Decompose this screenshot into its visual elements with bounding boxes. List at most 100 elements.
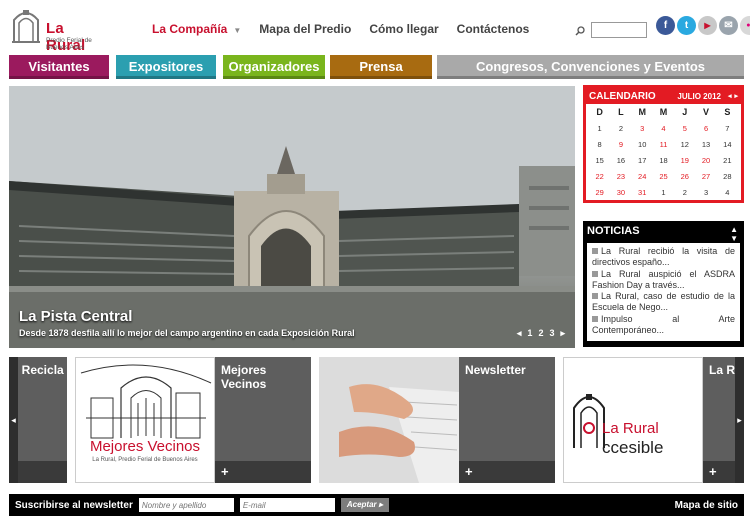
hero-pager: ◂ 1 2 3 ▸	[517, 328, 565, 339]
mejores-vecinos-title: Mejores Vecinos	[89, 438, 201, 455]
calendar-day[interactable]: 31	[632, 185, 653, 200]
calendar-day[interactable]: 12	[674, 137, 695, 152]
brand-logo[interactable]: La Rural Predio Ferial de Buenos Aires	[10, 6, 106, 54]
calendar-day[interactable]: 6	[695, 121, 716, 136]
news-item[interactable]: La Rural, caso de estudio de la Escuela …	[592, 291, 735, 314]
scroll-down-icon[interactable]: ▼	[730, 234, 738, 243]
bullet-icon	[592, 270, 598, 277]
calendar-day[interactable]: 3	[632, 121, 653, 136]
news-item[interactable]: La Rural auspició el ASDRA Fashion Day a…	[592, 269, 735, 292]
calendar-day[interactable]: 2	[610, 121, 631, 136]
email-icon[interactable]: ✉	[719, 16, 738, 35]
calendar-day[interactable]: 20	[695, 153, 716, 168]
news-widget: NOTICIAS ▲ ▼ La Rural recibió la visita …	[583, 221, 744, 347]
plus-icon[interactable]: +	[465, 464, 473, 479]
hero-page-3[interactable]: 3	[549, 328, 554, 339]
facebook-icon[interactable]: f	[656, 16, 675, 35]
calendar-day[interactable]: 9	[610, 137, 631, 152]
calendar-day[interactable]: 16	[610, 153, 631, 168]
calendar-day[interactable]: 30	[610, 185, 631, 200]
news-item[interactable]: Impulso al Arte Contemporáneo...	[592, 314, 735, 337]
search-input[interactable]	[591, 22, 647, 38]
main-nav: La Compañía ▼ Mapa del Predio Cómo llegar…	[152, 22, 547, 36]
mejores-vecinos-thumb[interactable]: Mejores Vecinos La Rural, Predio Ferial …	[75, 357, 215, 483]
calendar-day[interactable]: 7	[717, 121, 738, 136]
category-prensa[interactable]: Prensa	[330, 55, 432, 79]
carousel-panel-mejores-vecinos[interactable]: Mejores Vecinos +	[215, 357, 311, 483]
nav-item-mapa-del-predio[interactable]: Mapa del Predio	[259, 22, 351, 36]
carousel-panel-label: Mejores Vecinos	[221, 363, 267, 391]
la-rural-accesible-thumb[interactable]: La Rural ccesible	[563, 357, 703, 483]
news-item[interactable]: La Rural recibió la visita de directivos…	[592, 246, 735, 269]
calendar-day[interactable]: 15	[589, 153, 610, 168]
nav-item-la-compania[interactable]: La Compañía ▼	[152, 22, 241, 36]
calendar-weekday: M	[638, 107, 646, 117]
newsletter-submit-button[interactable]: Aceptar ▸	[340, 498, 389, 512]
nav-item-como-llegar[interactable]: Cómo llegar	[369, 22, 438, 36]
mejores-vecinos-illustration	[80, 364, 212, 439]
calendar-day[interactable]: 17	[632, 153, 653, 168]
calendar-day[interactable]: 19	[674, 153, 695, 168]
hero-slideshow[interactable]: La Pista Central Desde 1878 desfila allí…	[9, 86, 575, 348]
calendar-next-icon[interactable]: ▸	[734, 92, 738, 100]
twitter-icon[interactable]: t	[677, 16, 696, 35]
newsletter-label: Suscribirse al newsletter	[15, 499, 133, 511]
category-expositores[interactable]: Expositores	[116, 55, 216, 79]
nav-item-contactenos[interactable]: Contáctenos	[457, 22, 530, 36]
calendar-grid: D L M M J V S 1 2 3 4 5 6 7 8 9 10 11 12 13 14 15 16 17 18 19 20 21…	[586, 104, 741, 201]
carousel-prev-icon[interactable]: ◂	[9, 357, 18, 483]
flickr-icon[interactable]: ●●	[740, 16, 750, 35]
calendar-widget: CALENDARIO JULIO 2012 ◂ ▸ DLMMJVS1234567…	[583, 85, 744, 203]
calendar-day[interactable]: 3	[695, 185, 716, 200]
calendar-prev-icon[interactable]: ◂	[728, 92, 732, 100]
hero-prev-icon[interactable]: ◂	[517, 328, 522, 339]
calendar-day[interactable]: 4	[717, 185, 738, 200]
newsletter-thumb[interactable]	[319, 357, 459, 483]
carousel-next-icon[interactable]: ▸	[735, 357, 744, 483]
newsletter-name-input[interactable]	[138, 498, 234, 512]
plus-icon[interactable]: +	[709, 464, 717, 479]
category-visitantes[interactable]: Visitantes	[9, 55, 109, 79]
calendar-day[interactable]: 1	[653, 185, 674, 200]
social-links: f t ▶ ✉ ●●	[656, 16, 750, 35]
calendar-day[interactable]: 11	[653, 137, 674, 152]
calendar-day[interactable]: 22	[589, 169, 610, 184]
hero-page-2[interactable]: 2	[538, 328, 543, 339]
bullet-icon	[592, 315, 598, 322]
calendar-day[interactable]: 21	[717, 153, 738, 168]
calendar-day[interactable]: 2	[674, 185, 695, 200]
calendar-day[interactable]: 24	[632, 169, 653, 184]
calendar-day[interactable]: 5	[674, 121, 695, 136]
calendar-day[interactable]: 13	[695, 137, 716, 152]
calendar-day[interactable]: 14	[717, 137, 738, 152]
calendar-day[interactable]: 8	[589, 137, 610, 152]
calendar-title: CALENDARIO	[589, 90, 656, 102]
calendar-day[interactable]: 25	[653, 169, 674, 184]
carousel-panel-newsletter[interactable]: Newsletter +	[459, 357, 555, 483]
calendar-weekday: J	[682, 107, 688, 117]
calendar-weekday: D	[596, 107, 603, 117]
plus-icon[interactable]: +	[221, 464, 229, 479]
sitemap-link[interactable]: Mapa de sitio	[675, 500, 738, 511]
search-icon[interactable]	[575, 26, 585, 36]
calendar-day[interactable]: 18	[653, 153, 674, 168]
page: La Rural Predio Ferial de Buenos Aires L…	[0, 0, 750, 523]
footer-bar: Suscribirse al newsletter Aceptar ▸ Mapa…	[9, 494, 744, 516]
hero-next-icon[interactable]: ▸	[560, 328, 565, 339]
calendar-day[interactable]: 4	[653, 121, 674, 136]
calendar-day[interactable]: 27	[695, 169, 716, 184]
calendar-day[interactable]: 28	[717, 169, 738, 184]
carousel-panel-label: Newsletter	[465, 363, 526, 377]
accesible-title: La Rural	[602, 420, 659, 437]
newsletter-email-input[interactable]	[239, 498, 335, 512]
hero-page-1[interactable]: 1	[527, 328, 532, 339]
scroll-up-icon[interactable]: ▲	[730, 225, 738, 234]
calendar-day[interactable]: 1	[589, 121, 610, 136]
calendar-day[interactable]: 29	[589, 185, 610, 200]
category-organizadores[interactable]: Organizadores	[223, 55, 325, 79]
youtube-icon[interactable]: ▶	[698, 16, 717, 35]
calendar-day[interactable]: 26	[674, 169, 695, 184]
calendar-day[interactable]: 23	[610, 169, 631, 184]
category-congresos[interactable]: Congresos, Convenciones y Eventos	[437, 55, 744, 79]
calendar-day[interactable]: 10	[632, 137, 653, 152]
